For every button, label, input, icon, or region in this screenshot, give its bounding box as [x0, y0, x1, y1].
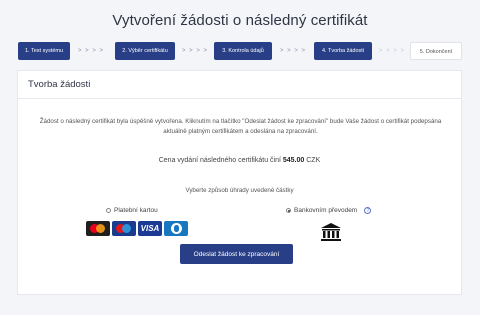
- payment-option-card-label: Platební kartou: [114, 207, 158, 214]
- request-card: Tvorba žádosti Žádost o následný certifi…: [17, 70, 462, 295]
- card-title: Tvorba žádosti: [28, 79, 91, 90]
- progress-stepper: 1. Test systému > > > > 2. Výběr certifi…: [18, 42, 462, 60]
- bank-icon: [321, 223, 341, 241]
- submit-request-button[interactable]: Odeslat žádost ke zpracování: [180, 244, 293, 264]
- mastercard-logo-icon: [86, 221, 110, 236]
- step-separator: > > > >: [78, 48, 105, 54]
- payment-option-bank-label: Bankovním převodem: [294, 207, 358, 214]
- step-tvorba-zadosti: 4. Tvorba žádosti: [314, 42, 372, 60]
- step-dokonceni: 5. Dokončení: [410, 42, 462, 60]
- step-separator: > > > >: [182, 48, 209, 54]
- payment-option-card[interactable]: Platební kartou: [106, 207, 158, 214]
- radio-bank-transfer[interactable]: [286, 208, 291, 213]
- price-value: 545.00: [282, 157, 305, 164]
- payment-option-bank[interactable]: Bankovním převodem ?: [286, 207, 372, 214]
- price-prefix: Cena vydání následného certifikátu činí: [158, 157, 281, 164]
- page-title: Vytvoření žádosti o následný certifikát: [112, 12, 368, 29]
- step-kontrola-udaju: 3. Kontrola údajů: [214, 42, 272, 60]
- price-line: Cena vydání následného certifikátu činí …: [18, 157, 461, 164]
- maestro-logo-icon: [112, 221, 136, 236]
- step-test-systemu: 1. Test systému: [18, 42, 70, 60]
- radio-card-payment[interactable]: [106, 208, 111, 213]
- step-separator: > > > >: [280, 48, 307, 54]
- step-vyber-certifikatu: 2. Výběr certifikátu: [115, 42, 175, 60]
- help-icon[interactable]: ?: [364, 207, 372, 214]
- payment-instruction: Vyberte způsob úhrady uvedené částky: [185, 187, 294, 194]
- card-header: Tvorba žádosti: [18, 71, 461, 99]
- price-currency: CZK: [306, 157, 321, 164]
- card-brand-logos: VISA: [86, 221, 188, 236]
- step-separator: > > > >: [379, 48, 406, 54]
- visa-logo-icon: VISA: [138, 221, 162, 236]
- diners-logo-icon: [164, 221, 188, 236]
- intro-text: Žádost o následný certifikát byla úspěšn…: [39, 118, 442, 135]
